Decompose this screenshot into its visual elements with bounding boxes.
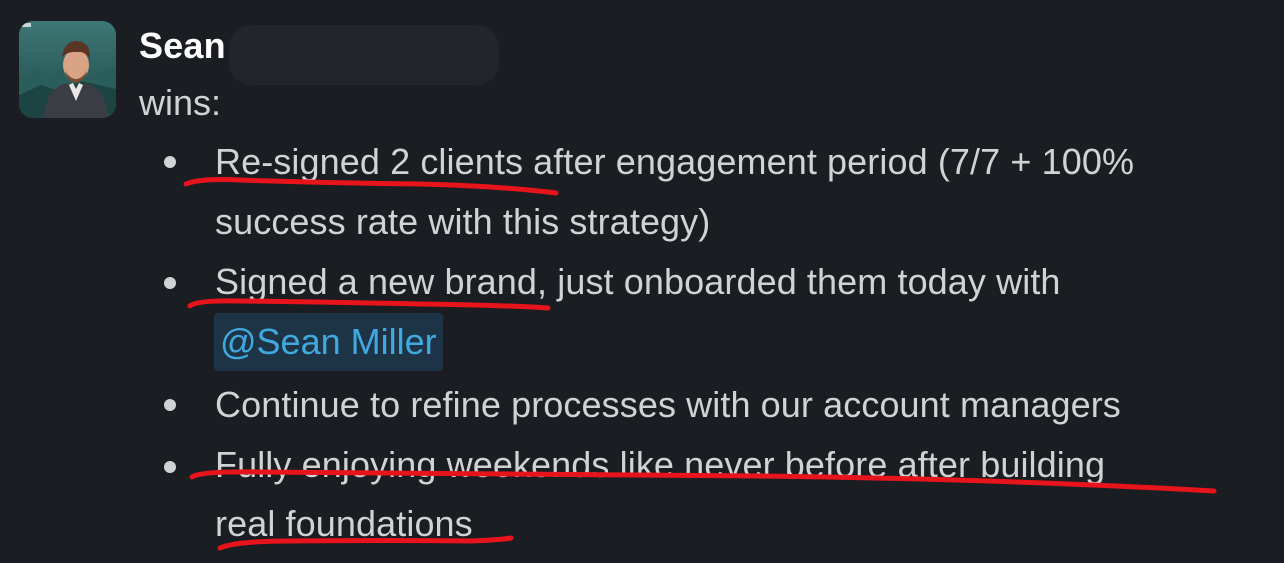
user-mention[interactable]: @Sean Miller (214, 313, 443, 371)
chat-message: Sean wins: Re-signed 2 clients after eng… (0, 0, 1284, 563)
bullet-2-line-1: Signed a new brand, just onboarded them … (215, 261, 1061, 302)
bullet-1-line-1: Re-signed 2 clients after engagement per… (215, 141, 1135, 182)
bullet-1-line-2: success rate with this strategy) (215, 201, 711, 242)
bullet-marker (164, 277, 176, 289)
bullet-3-line-1: Continue to refine processes with our ac… (215, 384, 1121, 425)
bullet-marker (164, 156, 176, 168)
bullet-4-line-2: real foundations (215, 503, 473, 544)
bullet-list: Re-signed 2 clients after engagement per… (0, 0, 1284, 563)
bullet-4-line-1: Fully enjoying weekends like never befor… (215, 444, 1106, 485)
bullet-marker (164, 399, 176, 411)
bullet-marker (164, 461, 176, 473)
